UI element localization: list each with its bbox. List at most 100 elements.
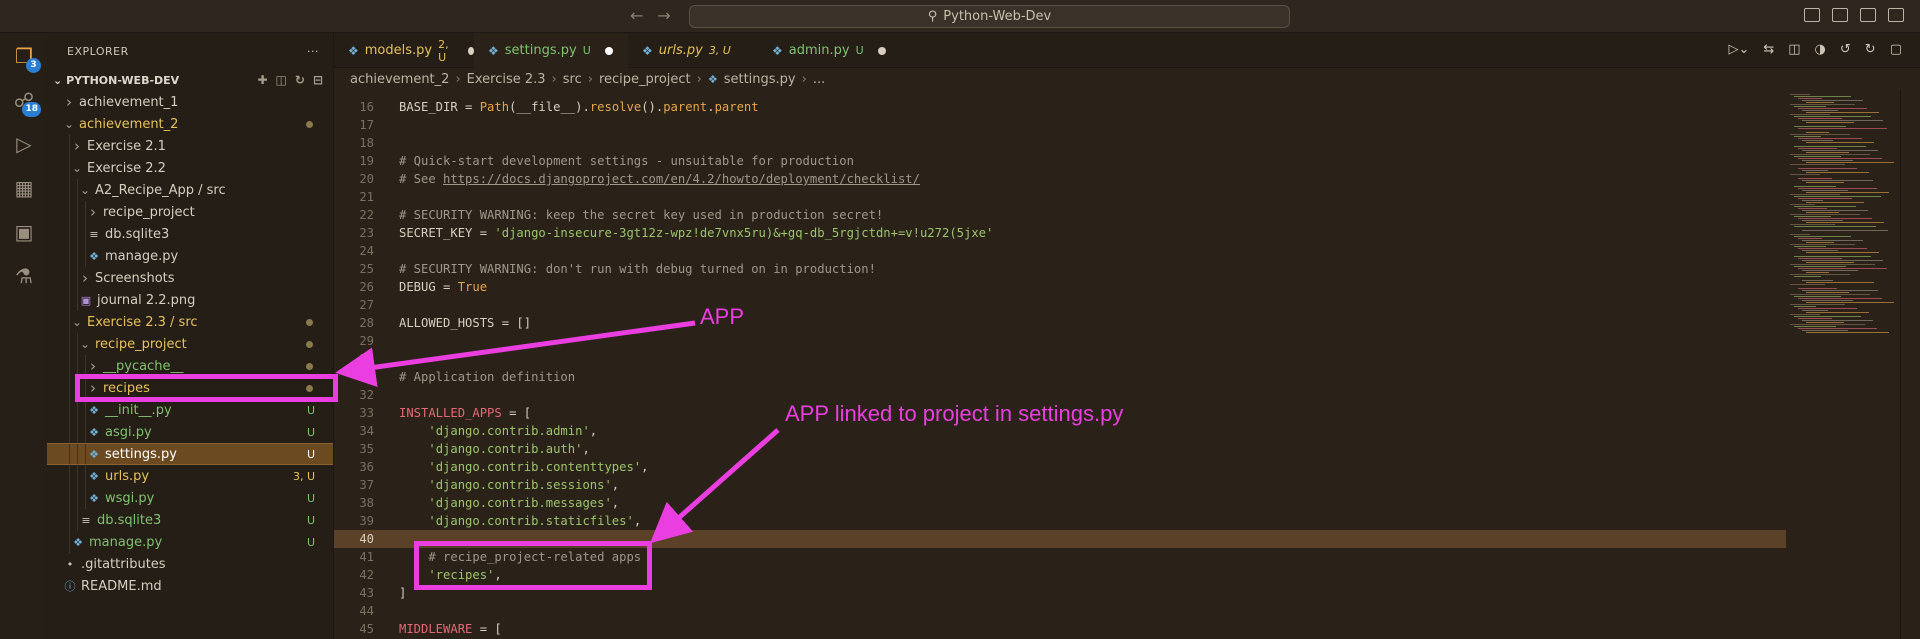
code-line[interactable]: 19 # Quick-start development settings - u…: [334, 152, 1786, 170]
new-folder-icon[interactable]: ◫: [276, 73, 287, 87]
code-line[interactable]: 44: [334, 602, 1786, 620]
code-token: parent: [663, 100, 707, 114]
code-line[interactable]: 27: [334, 296, 1786, 314]
tree-item[interactable]: › Screenshots: [47, 267, 333, 289]
tree-item[interactable]: ⌄ A2_Recipe_App / src: [47, 179, 333, 201]
code-token: ,: [582, 442, 589, 456]
breadcrumb-item[interactable]: achievement_2: [350, 72, 449, 87]
collapse-all-icon[interactable]: ⊟: [313, 73, 323, 87]
breadcrumb-item[interactable]: settings.py: [724, 72, 796, 87]
unsaved-dot-icon[interactable]: [605, 47, 613, 55]
testing-icon[interactable]: ⚗: [11, 263, 37, 289]
more-actions-icon[interactable]: ▢: [1890, 42, 1902, 57]
code-line[interactable]: 35 'django.contrib.auth',: [334, 440, 1786, 458]
revert-icon[interactable]: ↺: [1840, 42, 1851, 57]
code-line[interactable]: 17: [334, 116, 1786, 134]
tree-item[interactable]: ▣ journal 2.2.png: [47, 289, 333, 311]
toggle-primary-sidebar-icon[interactable]: [1804, 8, 1820, 22]
code-line[interactable]: 24: [334, 242, 1786, 260]
tree-item[interactable]: ⌄ recipe_project: [47, 333, 333, 355]
code-text: INSTALLED_APPS = [: [399, 404, 531, 422]
tree-item[interactable]: ❖ manage.py U: [47, 531, 333, 553]
code-line[interactable]: 36 'django.contrib.contenttypes',: [334, 458, 1786, 476]
compare-icon[interactable]: ⇆: [1763, 42, 1774, 57]
editor-tab[interactable]: ❖ settings.py U: [474, 33, 628, 68]
code-text: ]: [399, 584, 406, 602]
breadcrumb-item[interactable]: recipe_project: [599, 72, 691, 87]
unsaved-dot-icon[interactable]: [878, 47, 886, 55]
editor-scrollbar[interactable]: [1900, 90, 1914, 639]
code-line[interactable]: 39 'django.contrib.staticfiles',: [334, 512, 1786, 530]
code-line[interactable]: 45 MIDDLEWARE = [: [334, 620, 1786, 638]
customize-layout-icon[interactable]: [1888, 8, 1904, 22]
tree-item[interactable]: ⌄ Exercise 2.2: [47, 157, 333, 179]
split-editor-icon[interactable]: ◫: [1788, 42, 1800, 57]
code-line[interactable]: 37 'django.contrib.sessions',: [334, 476, 1786, 494]
run-debug-icon[interactable]: ▷: [11, 131, 37, 157]
code-line[interactable]: 31 # Application definition: [334, 368, 1786, 386]
tree-item[interactable]: ❖ __init__.py U: [47, 399, 333, 421]
editor-tab[interactable]: ❖ models.py 2, U: [334, 33, 474, 68]
tree-item[interactable]: › achievement_1: [47, 91, 333, 113]
code-line[interactable]: 28 ALLOWED_HOSTS = []: [334, 314, 1786, 332]
minimap-line: [1790, 264, 1875, 265]
code-line[interactable]: 25 # SECURITY WARNING: don't run with deb…: [334, 260, 1786, 278]
breadcrumb-item[interactable]: ...: [813, 72, 825, 87]
line-number: 36: [334, 458, 374, 476]
minimap[interactable]: [1786, 90, 1896, 639]
source-control-icon[interactable]: ☍ 18: [11, 87, 37, 113]
modified-dot-icon: [306, 319, 313, 326]
breadcrumb-item[interactable]: Exercise 2.3: [467, 72, 546, 87]
code-line[interactable]: 26 DEBUG = True: [334, 278, 1786, 296]
workspace-root[interactable]: ⌄ PYTHON-WEB-DEV ✚ ◫ ↻ ⊟: [47, 69, 333, 91]
more-actions-icon[interactable]: ···: [307, 45, 319, 58]
tree-item[interactable]: ❖ urls.py 3, U: [47, 465, 333, 487]
editor-tab[interactable]: ❖ urls.py 3, U: [628, 33, 758, 68]
new-file-icon[interactable]: ✚: [257, 73, 267, 87]
minimap-line: [1790, 194, 1840, 195]
forward-arrow-icon[interactable]: →: [657, 6, 670, 25]
tree-item[interactable]: ❖ manage.py: [47, 245, 333, 267]
explorer-icon[interactable]: ❐ 3: [11, 43, 37, 69]
minimap-line: [1806, 132, 1829, 133]
code-line[interactable]: 20 # See https://docs.djangoproject.com/e…: [334, 170, 1786, 188]
toggle-secondary-sidebar-icon[interactable]: [1860, 8, 1876, 22]
tree-item[interactable]: › Exercise 2.1: [47, 135, 333, 157]
extensions-icon[interactable]: ▦: [11, 175, 37, 201]
breadcrumb-item[interactable]: src: [563, 72, 582, 87]
code-line[interactable]: 30: [334, 350, 1786, 368]
tree-item[interactable]: ❖ settings.py U: [47, 443, 333, 465]
tree-item[interactable]: ❖ wsgi.py U: [47, 487, 333, 509]
editor-tab[interactable]: ❖ admin.py U: [758, 33, 888, 68]
refresh-icon[interactable]: ↻: [1865, 42, 1876, 57]
tree-item[interactable]: • .gitattributes: [47, 553, 333, 575]
minimap-line: [1790, 164, 1845, 165]
code-line[interactable]: 16 BASE_DIR = Path(__file__).resolve().pa…: [334, 98, 1786, 116]
minimap-line: [1794, 226, 1876, 227]
back-arrow-icon[interactable]: ←: [630, 6, 643, 25]
tree-item[interactable]: ⌄ achievement_2: [47, 113, 333, 135]
code-token: [399, 460, 428, 474]
code-line[interactable]: 29: [334, 332, 1786, 350]
toggle-panel-icon[interactable]: [1832, 8, 1848, 22]
remote-explorer-icon[interactable]: ▣: [11, 219, 37, 245]
code-line[interactable]: 21: [334, 188, 1786, 206]
code-line[interactable]: 23 SECRET_KEY = 'django-insecure-3gt12z-w…: [334, 224, 1786, 242]
code-token: # Quick-start development settings - uns…: [399, 154, 854, 168]
command-center[interactable]: ⚲ Python-Web-Dev: [689, 5, 1290, 28]
code-line[interactable]: 18: [334, 134, 1786, 152]
tree-item[interactable]: ⓘ README.md: [47, 575, 333, 597]
refresh-icon[interactable]: ↻: [295, 73, 305, 87]
tree-item[interactable]: ❖ asgi.py U: [47, 421, 333, 443]
tree-item[interactable]: ≡ db.sqlite3: [47, 223, 333, 245]
run-icon[interactable]: ▷⌄: [1728, 42, 1749, 57]
code-text: SECRET_KEY = 'django-insecure-3gt12z-wpz…: [399, 224, 993, 242]
code-line[interactable]: 38 'django.contrib.messages',: [334, 494, 1786, 512]
code-line[interactable]: 22 # SECURITY WARNING: keep the secret ke…: [334, 206, 1786, 224]
minimap-line: [1798, 128, 1887, 129]
tree-item[interactable]: ⌄ Exercise 2.3 / src: [47, 311, 333, 333]
tree-item[interactable]: › recipe_project: [47, 201, 333, 223]
open-changes-icon[interactable]: ◑: [1815, 42, 1826, 57]
line-number: 24: [334, 242, 374, 260]
tree-item[interactable]: ≡ db.sqlite3 U: [47, 509, 333, 531]
